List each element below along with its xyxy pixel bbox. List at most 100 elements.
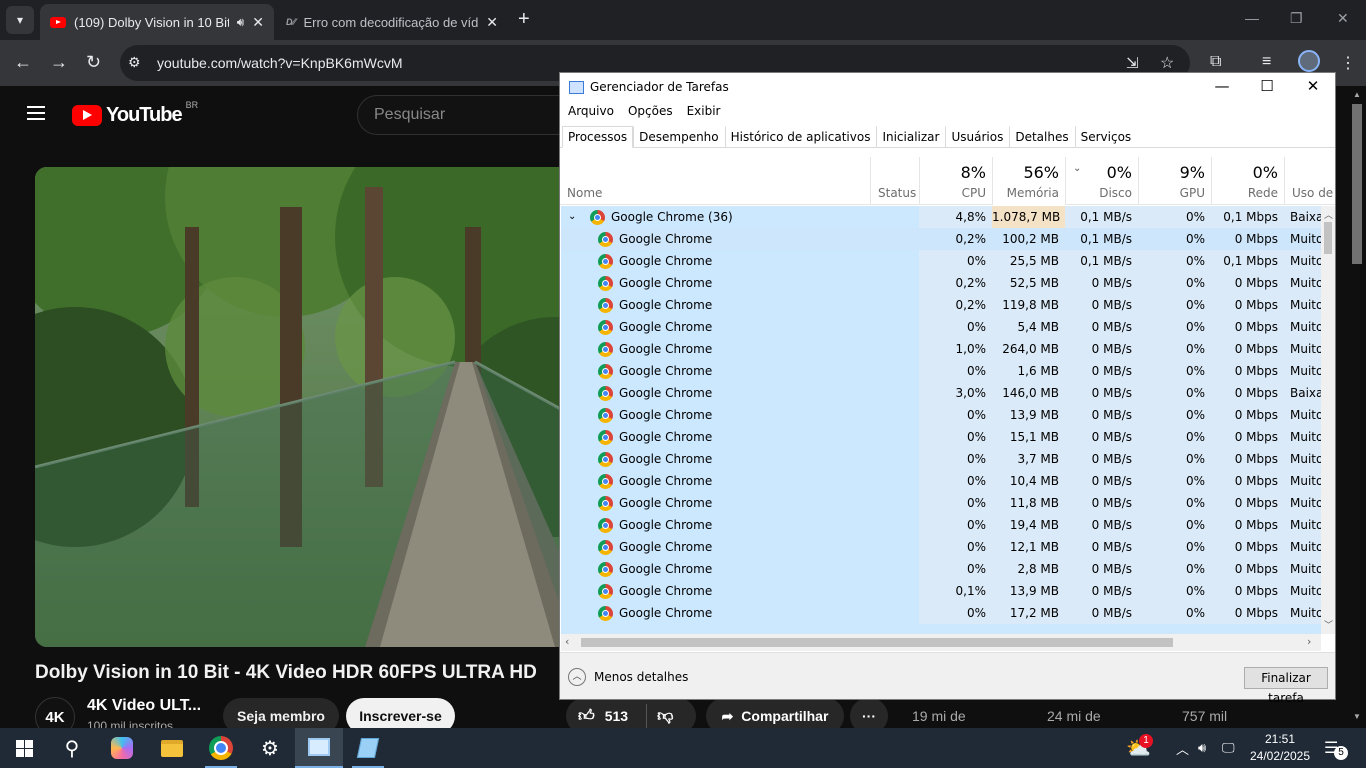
install-app-icon[interactable]: ⇲	[1126, 54, 1139, 72]
restore-icon[interactable]: ❐	[1290, 10, 1303, 27]
tab-desempenho[interactable]: Desempenho	[633, 126, 725, 148]
new-tab-button[interactable]: +	[518, 8, 530, 31]
forward-icon[interactable]: →	[50, 52, 68, 73]
extensions-icon[interactable]: ⧉	[1210, 53, 1221, 71]
minimize-icon[interactable]: —	[1207, 77, 1237, 95]
process-row[interactable]: Google Chrome 0% 15,1 MB 0 MB/s 0% 0 Mbps Muit…	[561, 426, 1321, 448]
maximize-icon[interactable]: ☐	[1252, 77, 1282, 95]
menu-arquivo[interactable]: Arquivo	[568, 104, 614, 124]
notification-center[interactable]: ☰ 5	[1324, 738, 1348, 760]
tab-processos[interactable]: Processos	[562, 126, 634, 148]
scroll-down-icon[interactable]: ▼	[1353, 712, 1361, 721]
process-row[interactable]: Google Chrome 0% 13,9 MB 0 MB/s 0% 0 Mbps Muit…	[561, 404, 1321, 426]
process-row[interactable]: Google Chrome 0,2% 52,5 MB 0 MB/s 0% 0 Mbps Mu…	[561, 272, 1321, 294]
scrollbar-thumb[interactable]	[1324, 222, 1332, 254]
process-row[interactable]: Google Chrome 0% 25,5 MB 0,1 MB/s 0% 0,1 Mbps…	[561, 250, 1321, 272]
process-row[interactable]: Google Chrome 0,2% 119,8 MB 0 MB/s 0% 0 Mbps M…	[561, 294, 1321, 316]
site-info-icon[interactable]: ⚙︎	[128, 54, 141, 71]
bookmark-star-icon[interactable]: ☆	[1160, 53, 1174, 73]
scroll-down-icon[interactable]: ﹀	[1324, 618, 1333, 631]
column-cpu[interactable]: 8% CPU	[919, 157, 992, 205]
search-icon[interactable]: ⚲	[48, 728, 96, 768]
column-disk[interactable]: 0% Disco	[1065, 157, 1138, 205]
scroll-up-icon[interactable]: ︿	[1324, 208, 1333, 221]
dislike-icon[interactable]: 👎︎	[657, 707, 673, 726]
chrome-taskbar-icon[interactable]	[197, 728, 245, 768]
page-scrollbar[interactable]: ▲ ▼	[1350, 88, 1366, 728]
scroll-right-icon[interactable]: ›	[1307, 635, 1311, 648]
process-row[interactable]: Google Chrome 1,0% 264,0 MB 0 MB/s 0% 0 Mbps M…	[561, 338, 1321, 360]
channel-name[interactable]: 4K Video ULT...	[87, 697, 201, 715]
tab-search-button[interactable]: ▾	[6, 6, 34, 34]
system-clock[interactable]: 21:51 24/02/2025	[1247, 731, 1313, 765]
like-icon[interactable]: 👍︎	[578, 707, 595, 726]
process-list-hscrollbar[interactable]: ‹ ›	[561, 634, 1321, 651]
start-button[interactable]	[0, 728, 48, 768]
close-icon[interactable]: ✕	[1298, 77, 1328, 95]
tab-youtube[interactable]: (109) Dolby Vision in 10 Bit 🔊︎ ✕	[40, 4, 274, 40]
show-hidden-icons[interactable]: ︿	[1176, 728, 1189, 768]
close-window-icon[interactable]: ✕	[1337, 10, 1349, 27]
process-row[interactable]: Google Chrome 0% 10,4 MB 0 MB/s 0% 0 Mbps Muit…	[561, 470, 1321, 492]
search-input[interactable]: Pesquisar	[357, 95, 577, 135]
back-icon[interactable]: ←	[14, 52, 32, 73]
file-explorer-icon[interactable]	[148, 728, 196, 768]
process-row[interactable]: Google Chrome 0% 11,8 MB 0 MB/s 0% 0 Mbps Muit…	[561, 492, 1321, 514]
scroll-up-icon[interactable]: ▲	[1353, 90, 1361, 99]
process-list-vscrollbar[interactable]: ︿ ﹀	[1321, 206, 1335, 634]
volume-icon[interactable]: 🔊︎	[1198, 728, 1206, 768]
column-name[interactable]: Nome	[560, 157, 870, 205]
column-gpu[interactable]: 9% GPU	[1138, 157, 1211, 205]
column-memory[interactable]: 56% Memória	[992, 157, 1065, 205]
youtube-logo[interactable]: YouTube BR	[72, 100, 198, 127]
fewer-details-link[interactable]: Menos detalhes	[594, 670, 688, 684]
reload-icon[interactable]: ↻	[86, 52, 101, 73]
process-row[interactable]: Google Chrome 0,1% 13,9 MB 0 MB/s 0% 0 Mbps Mu…	[561, 580, 1321, 602]
tab-detalhes[interactable]: Detalhes	[1009, 126, 1074, 148]
process-row[interactable]: Google Chrome 0,2% 100,2 MB 0,1 MB/s 0% 0 Mbp…	[561, 228, 1321, 250]
tab-historico[interactable]: Histórico de aplicativos	[724, 126, 877, 148]
copilot-icon[interactable]	[98, 728, 146, 768]
hamburger-menu-icon[interactable]	[27, 106, 45, 120]
process-row[interactable]: Google Chrome 0% 5,4 MB 0 MB/s 0% 0 Mbps Muito	[561, 316, 1321, 338]
process-row[interactable]: Google Chrome 3,0% 146,0 MB 0 MB/s 0% 0 Mbps B…	[561, 382, 1321, 404]
process-row[interactable]: Google Chrome 0% 17,2 MB 0 MB/s 0% 0 Mbps Muit…	[561, 602, 1321, 624]
scrollbar-thumb[interactable]	[1352, 104, 1362, 264]
network-icon[interactable]: 🖵	[1222, 728, 1235, 768]
tab-inicializar[interactable]: Inicializar	[876, 126, 945, 148]
process-row[interactable]: Google Chrome 0% 12,1 MB 0 MB/s 0% 0 Mbps Muit…	[561, 536, 1321, 558]
video-player[interactable]	[35, 167, 575, 647]
task-manager-titlebar[interactable]: Gerenciador de Tarefas — ☐ ✕	[560, 73, 1335, 103]
speaker-icon[interactable]: 🔊︎	[237, 15, 245, 30]
close-tab-icon[interactable]: ✕	[486, 14, 498, 31]
minimize-icon[interactable]: —	[1245, 10, 1259, 26]
process-row[interactable]: Google Chrome 0% 19,4 MB 0 MB/s 0% 0 Mbps Muit…	[561, 514, 1321, 536]
process-row[interactable]: Google Chrome 0% 2,8 MB 0 MB/s 0% 0 Mbps Muito	[561, 558, 1321, 580]
scrollbar-thumb[interactable]	[581, 638, 1173, 647]
process-group-row[interactable]: ⌄ Google Chrome (36) 4,8% 1.078,7 MB 0,1…	[561, 206, 1321, 228]
chevron-down-icon[interactable]: ⌄	[568, 206, 576, 228]
column-network[interactable]: 0% Rede	[1211, 157, 1284, 205]
end-task-button[interactable]: Finalizar tarefa	[1244, 667, 1328, 705]
column-status[interactable]: Status	[870, 157, 919, 205]
steam-icon[interactable]: ⚙︎	[246, 728, 294, 768]
paint-app-icon[interactable]	[344, 728, 392, 768]
tab-servicos[interactable]: Serviços	[1074, 126, 1138, 148]
tab-error[interactable]: D⁄⁄ Erro com decodificação de víde ✕	[276, 4, 508, 40]
column-power[interactable]: Uso de e	[1284, 157, 1335, 205]
process-row[interactable]: Google Chrome 0% 3,7 MB 0 MB/s 0% 0 Mbps Muito	[561, 448, 1321, 470]
profile-avatar[interactable]	[1298, 50, 1320, 72]
menu-opcoes[interactable]: Opções	[628, 104, 673, 124]
media-control-icon[interactable]: ≡	[1262, 53, 1271, 71]
process-row[interactable]: Google Chrome 0% 1,6 MB 0 MB/s 0% 0 Mbps Muito	[561, 360, 1321, 382]
collapse-icon[interactable]: ︿	[568, 668, 586, 686]
weather-widget[interactable]: ⛅ 1	[1126, 728, 1153, 768]
task-manager-taskbar-icon[interactable]	[295, 728, 343, 768]
scroll-left-icon[interactable]: ‹	[565, 635, 569, 648]
chrome-menu-icon[interactable]: ⋮	[1340, 53, 1356, 73]
menu-exibir[interactable]: Exibir	[687, 104, 721, 124]
close-tab-icon[interactable]: ✕	[252, 14, 264, 31]
like-count[interactable]: 513	[605, 708, 628, 724]
process-list[interactable]: ⌄ Google Chrome (36) 4,8% 1.078,7 MB 0,1…	[561, 206, 1321, 634]
tab-usuarios[interactable]: Usuários	[945, 126, 1009, 148]
